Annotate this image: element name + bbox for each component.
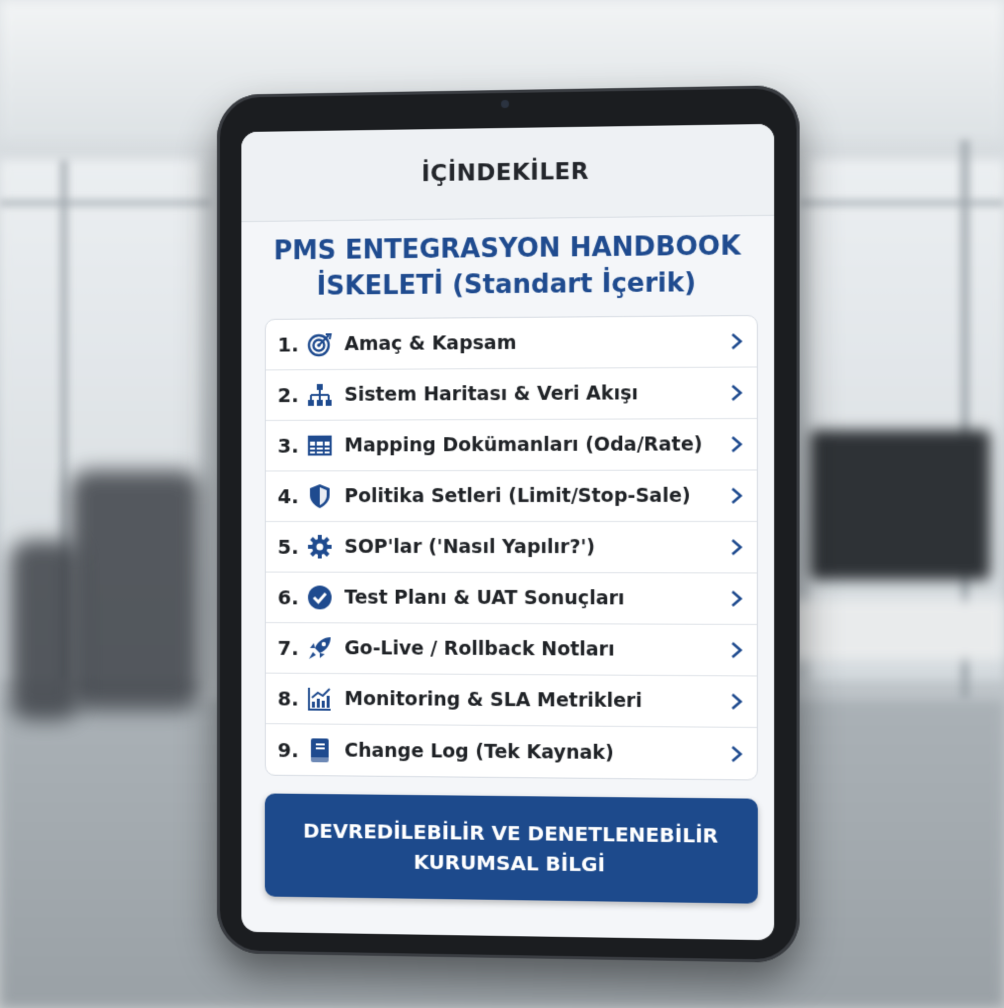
- toc-item-label: Monitoring & SLA Metrikleri: [344, 687, 643, 712]
- toc-item-number: 1.: [277, 332, 299, 357]
- toc-item-test-plani[interactable]: 6. Test Planı & UAT Sonuçları: [265, 572, 757, 625]
- toc-item-label: Go-Live / Rollback Notları: [344, 637, 615, 661]
- document-title-line1: PMS ENTEGRASYON HANDBOOK: [273, 231, 741, 267]
- table-of-contents: 1. Amaç & Kapsam 2. Sistem Haritası & Ve…: [264, 314, 758, 781]
- toc-item-soplar[interactable]: 5. SOP'lar ('Nasıl Yapılır?'): [265, 521, 757, 574]
- office-chair: [10, 540, 80, 720]
- check-circle-icon: [307, 585, 333, 611]
- toc-item-number: 5.: [277, 534, 299, 559]
- toc-item-number: 7.: [277, 636, 299, 660]
- footer-line1: DEVREDİLEBİLİR VE DENETLENEBİLİR: [303, 818, 719, 848]
- chevron-right-icon: [724, 692, 742, 710]
- tablet-screen: İÇİNDEKİLER PMS ENTEGRASYON HANDBOOK İSK…: [241, 123, 775, 941]
- screen-header: İÇİNDEKİLER: [241, 123, 775, 223]
- footer-line2: KURUMSAL BİLGİ: [413, 849, 606, 877]
- footer-banner-text: DEVREDİLEBİLİR VE DENETLENEBİLİR KURUMSA…: [291, 816, 730, 882]
- toc-item-label: Mapping Dokümanları (Oda/Rate): [344, 433, 703, 457]
- toc-item-number: 6.: [277, 585, 299, 610]
- chevron-right-icon: [724, 590, 742, 608]
- table-icon: [307, 433, 333, 459]
- shield-icon: [307, 483, 333, 509]
- toc-item-number: 9.: [277, 737, 299, 762]
- toc-item-sistem-haritasi[interactable]: 2. Sistem Haritası & Veri Akışı: [265, 367, 757, 421]
- toc-item-number: 3.: [277, 433, 299, 458]
- toc-item-label: Politika Setleri (Limit/Stop-Sale): [344, 484, 691, 508]
- footer-banner: DEVREDİLEBİLİR VE DENETLENEBİLİR KURUMSA…: [264, 793, 758, 904]
- chart-icon: [307, 686, 333, 712]
- sitemap-icon: [307, 382, 333, 408]
- chevron-right-icon: [724, 332, 742, 350]
- document-title-line2: İSKELETİ (Standart İçerik): [316, 268, 697, 302]
- chevron-right-icon: [724, 384, 742, 402]
- toc-item-number: 2.: [277, 383, 299, 408]
- toc-item-change-log[interactable]: 9. Change Log (Tek Kaynak): [266, 724, 757, 779]
- chevron-right-icon: [724, 744, 742, 762]
- book-icon: [307, 737, 333, 763]
- chevron-right-icon: [724, 538, 742, 556]
- toc-item-go-live[interactable]: 7. Go-Live / Rollback Notları: [265, 623, 757, 677]
- camera: [501, 99, 509, 109]
- toc-item-monitoring[interactable]: 8. Monitoring & SLA Metrikleri: [265, 673, 757, 728]
- chevron-right-icon: [724, 487, 742, 505]
- toc-item-amac-kapsam[interactable]: 1. Amaç & Kapsam: [265, 315, 757, 371]
- target-icon: [307, 331, 333, 357]
- window-frame: [800, 200, 1004, 206]
- page-title: İÇİNDEKİLER: [421, 158, 590, 188]
- chevron-right-icon: [724, 435, 742, 453]
- document-title: PMS ENTEGRASYON HANDBOOK İSKELETİ (Stand…: [241, 228, 774, 305]
- toc-item-mapping-dokumanlari[interactable]: 3. Mapping Dokümanları (Oda/Rate): [265, 418, 757, 472]
- toc-item-politika-setleri[interactable]: 4. Politika Setleri (Limit/Stop-Sale): [265, 470, 757, 523]
- toc-item-label: Amaç & Kapsam: [344, 331, 517, 356]
- window-frame: [0, 200, 210, 206]
- gear-icon: [307, 534, 333, 560]
- toc-item-label: Test Planı & UAT Sonuçları: [344, 586, 625, 610]
- tablet-device: İÇİNDEKİLER PMS ENTEGRASYON HANDBOOK İSK…: [216, 85, 800, 963]
- toc-item-label: Change Log (Tek Kaynak): [344, 739, 614, 764]
- toc-item-label: Sistem Haritası & Veri Akışı: [344, 382, 639, 406]
- background-monitor: [810, 430, 990, 580]
- chevron-right-icon: [724, 641, 742, 659]
- rocket-icon: [307, 635, 333, 661]
- toc-item-number: 4.: [277, 484, 299, 509]
- office-background: İÇİNDEKİLER PMS ENTEGRASYON HANDBOOK İSK…: [0, 0, 1004, 1008]
- background-desk: [790, 600, 1004, 660]
- toc-item-label: SOP'lar ('Nasıl Yapılır?'): [344, 535, 596, 559]
- office-chair: [70, 470, 200, 710]
- toc-item-number: 8.: [277, 686, 299, 711]
